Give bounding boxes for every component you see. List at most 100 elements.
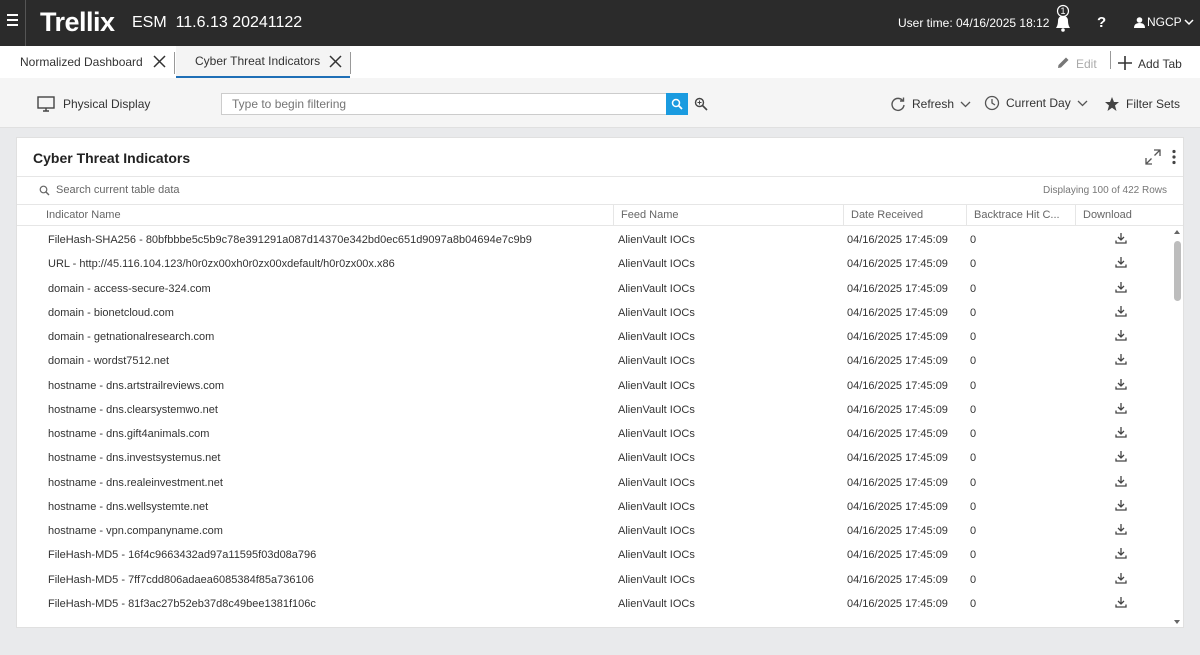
download-icon bbox=[1115, 257, 1127, 268]
advanced-search-icon[interactable] bbox=[694, 97, 708, 111]
tab-cyber-threat-indicators[interactable]: Cyber Threat Indicators bbox=[176, 46, 350, 78]
table-row[interactable]: hostname - vpn.companyname.com AlienVault… bbox=[17, 519, 1171, 543]
download-icon bbox=[1115, 354, 1127, 365]
download-button[interactable] bbox=[1115, 329, 1127, 341]
table-row[interactable]: domain - access-secure-324.com AlienVault… bbox=[17, 277, 1171, 301]
table-row[interactable]: hostname - dns.investsystemus.net AlienVa… bbox=[17, 446, 1171, 470]
download-icon bbox=[1115, 524, 1127, 535]
download-button[interactable] bbox=[1115, 426, 1127, 438]
star-icon bbox=[1105, 97, 1119, 111]
help-button[interactable]: ? bbox=[1097, 14, 1106, 31]
table-row[interactable]: hostname - dns.gift4animals.com AlienVaul… bbox=[17, 422, 1171, 446]
table-row[interactable]: FileHash-MD5 - 7ff7cdd806adaea6085384f85… bbox=[17, 568, 1171, 592]
filter-sets-label: Filter Sets bbox=[1126, 97, 1181, 111]
divider bbox=[17, 176, 1183, 177]
user-time: User time: 04/16/2025 18:12 bbox=[898, 16, 1050, 30]
download-button[interactable] bbox=[1115, 475, 1127, 487]
hamburger-icon[interactable] bbox=[7, 14, 18, 26]
date-received-cell: 04/16/2025 17:45:09 bbox=[847, 597, 948, 610]
date-received-cell: 04/16/2025 17:45:09 bbox=[847, 355, 948, 368]
backtrace-hits-cell: 0 bbox=[970, 282, 977, 295]
date-received-cell: 04/16/2025 17:45:09 bbox=[847, 282, 948, 295]
download-button[interactable] bbox=[1115, 256, 1127, 268]
feed-name-cell: AlienVault IOCs bbox=[618, 282, 695, 295]
chevron-down-icon bbox=[1184, 18, 1194, 25]
notifications-button[interactable]: 1 bbox=[1052, 4, 1074, 34]
tab-divider bbox=[174, 52, 175, 74]
table-row[interactable]: domain - getnationalresearch.com AlienVau… bbox=[17, 325, 1171, 349]
more-vertical-icon[interactable] bbox=[1171, 149, 1177, 165]
download-button[interactable] bbox=[1115, 305, 1127, 317]
scroll-up-icon[interactable] bbox=[1174, 230, 1180, 234]
table-row[interactable]: FileHash-MD5 - 81f3ac27b52eb37d8c49bee13… bbox=[17, 592, 1171, 616]
table-row[interactable]: FileHash-SHA256 - 80bfbbbe5c5b9c78e39129… bbox=[17, 228, 1171, 252]
filter-search-button[interactable] bbox=[666, 93, 688, 115]
feed-name-cell: AlienVault IOCs bbox=[618, 500, 695, 513]
date-received-cell: 04/16/2025 17:45:09 bbox=[847, 476, 948, 489]
physical-display-label: Physical Display bbox=[63, 97, 151, 111]
feed-name-cell: AlienVault IOCs bbox=[618, 355, 695, 368]
download-button[interactable] bbox=[1115, 596, 1127, 608]
scroll-down-icon[interactable] bbox=[1174, 620, 1180, 624]
refresh-button[interactable]: Refresh bbox=[890, 96, 971, 112]
feed-name-cell: AlienVault IOCs bbox=[618, 597, 695, 610]
row-count: Displaying 100 of 422 Rows bbox=[1043, 185, 1167, 196]
table-row[interactable]: URL - http://45.116.104.123/h0r0zx00xh0r… bbox=[17, 252, 1171, 276]
add-tab-button[interactable]: Add Tab bbox=[1118, 54, 1182, 71]
divider bbox=[1110, 51, 1111, 69]
table-row[interactable]: hostname - dns.artstrailreviews.com Alien… bbox=[17, 374, 1171, 398]
filter-input[interactable] bbox=[221, 93, 667, 115]
notification-count: 1 bbox=[1060, 6, 1066, 16]
indicator-name-cell: FileHash-SHA256 - 80bfbbbe5c5b9c78e39129… bbox=[48, 234, 532, 246]
expand-icon[interactable] bbox=[1145, 149, 1161, 165]
user-icon bbox=[1134, 16, 1145, 28]
scroll-thumb[interactable] bbox=[1174, 241, 1181, 301]
table-row[interactable]: domain - wordst7512.net AlienVault IOCs 04… bbox=[17, 349, 1171, 373]
table-row[interactable]: hostname - dns.realeinvestment.net AlienV… bbox=[17, 471, 1171, 495]
date-received-cell: 04/16/2025 17:45:09 bbox=[847, 452, 948, 465]
indicator-name-cell: hostname - vpn.companyname.com bbox=[48, 525, 223, 537]
backtrace-hits-cell: 0 bbox=[970, 452, 977, 465]
download-button[interactable] bbox=[1115, 353, 1127, 365]
edit-button[interactable]: Edit bbox=[1056, 54, 1097, 71]
download-button[interactable] bbox=[1115, 523, 1127, 535]
column-header-date-received[interactable]: Date Received bbox=[844, 205, 967, 226]
download-button[interactable] bbox=[1115, 572, 1127, 584]
time-range-selector[interactable]: Current Day bbox=[984, 95, 1088, 111]
tab-normalized-dashboard[interactable]: Normalized Dashboard bbox=[0, 46, 174, 78]
feed-name-cell: AlienVault IOCs bbox=[618, 234, 695, 246]
table-search[interactable]: Search current table data bbox=[39, 184, 180, 196]
download-button[interactable] bbox=[1115, 499, 1127, 511]
column-header-feed-name[interactable]: Feed Name bbox=[614, 205, 844, 226]
date-received-cell: 04/16/2025 17:45:09 bbox=[847, 306, 948, 319]
toolbar: Physical Display Refresh Current Day bbox=[0, 78, 1200, 128]
vertical-scrollbar[interactable] bbox=[1173, 228, 1183, 626]
chevron-down-icon bbox=[960, 101, 971, 107]
download-button[interactable] bbox=[1115, 547, 1127, 559]
download-button[interactable] bbox=[1115, 402, 1127, 414]
column-header-indicator-name[interactable]: Indicator Name bbox=[39, 205, 614, 226]
download-button[interactable] bbox=[1115, 232, 1127, 244]
close-icon[interactable] bbox=[329, 55, 342, 68]
monitor-icon bbox=[37, 96, 55, 112]
download-button[interactable] bbox=[1115, 378, 1127, 390]
refresh-label: Refresh bbox=[912, 97, 955, 111]
cyber-threat-indicators-panel: Cyber Threat Indicators Search current t… bbox=[16, 137, 1184, 628]
download-button[interactable] bbox=[1115, 281, 1127, 293]
column-header-download[interactable]: Download bbox=[1076, 205, 1183, 226]
indicator-name-cell: hostname - dns.gift4animals.com bbox=[48, 428, 210, 440]
filter-sets-button[interactable]: Filter Sets bbox=[1104, 96, 1180, 112]
table-row[interactable]: domain - bionetcloud.com AlienVault IOCs 0… bbox=[17, 301, 1171, 325]
table-row[interactable]: hostname - dns.wellsystemte.net AlienVaul… bbox=[17, 495, 1171, 519]
user-menu[interactable]: NGCP bbox=[1134, 15, 1194, 29]
brand-logo: Trellix bbox=[40, 7, 115, 37]
column-header-backtrace-hit-count[interactable]: Backtrace Hit C... bbox=[967, 205, 1076, 226]
indicator-name-cell: domain - access-secure-324.com bbox=[48, 282, 211, 295]
feed-name-cell: AlienVault IOCs bbox=[618, 525, 695, 537]
physical-display-button[interactable]: Physical Display bbox=[37, 96, 150, 112]
feed-name-cell: AlienVault IOCs bbox=[618, 573, 695, 586]
download-button[interactable] bbox=[1115, 450, 1127, 462]
table-row[interactable]: hostname - dns.clearsystemwo.net AlienVau… bbox=[17, 398, 1171, 422]
table-row[interactable]: FileHash-MD5 - 16f4c9663432ad97a11595f03… bbox=[17, 543, 1171, 567]
close-icon[interactable] bbox=[153, 55, 166, 68]
